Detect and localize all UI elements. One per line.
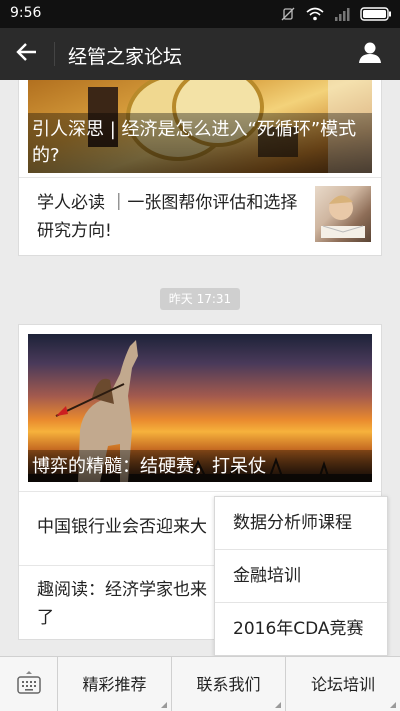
title-divider <box>54 42 55 66</box>
title-bar: 经管之家论坛 <box>0 28 400 80</box>
article-item[interactable]: 学人必读 ｜一张图帮你评估和选择研究方向! <box>19 177 381 257</box>
wifi-icon <box>306 7 324 21</box>
arrow-left-icon <box>16 42 38 66</box>
menu-button-contact[interactable]: 联系我们 <box>172 657 286 711</box>
article-card: 引人深思 | 经济是怎么进入“死循环”模式的? 学人必读 ｜一张图帮你评估和选择… <box>18 80 382 256</box>
battery-icon <box>360 7 392 21</box>
keyboard-toggle-button[interactable] <box>0 657 58 711</box>
keyboard-icon <box>16 670 42 700</box>
submenu-indicator-icon <box>275 702 281 708</box>
signal-icon <box>334 7 350 21</box>
timestamp-chip: 昨天 17:31 <box>160 288 240 310</box>
article-title: 趣阅读：经济学家也来了 <box>37 580 207 628</box>
submenu-item-data-analyst[interactable]: 数据分析师课程 <box>215 497 387 550</box>
article-title: 学人必读 ｜一张图帮你评估和选择研究方向! <box>37 193 298 241</box>
cover-caption: 引人深思 | 经济是怎么进入“死循环”模式的? <box>28 113 372 173</box>
status-bar: 9:56 <box>0 0 400 28</box>
status-icons <box>280 6 392 22</box>
cover-article[interactable]: 引人深思 | 经济是怎么进入“死循环”模式的? <box>28 80 372 173</box>
back-button[interactable] <box>0 28 54 80</box>
menu-label: 论坛培训 <box>310 675 375 694</box>
bottom-menu-bar: 精彩推荐 联系我们 论坛培训 <box>0 656 400 711</box>
submenu-indicator-icon <box>161 702 167 708</box>
submenu-item-cda[interactable]: 2016年CDA竞赛 <box>215 603 387 656</box>
status-time: 9:56 <box>10 5 42 21</box>
person-icon <box>358 40 382 68</box>
profile-button[interactable] <box>348 28 392 80</box>
submenu-indicator-icon <box>390 702 396 708</box>
page-title: 经管之家论坛 <box>68 46 183 68</box>
article-thumbnail <box>315 186 371 242</box>
cover-article[interactable]: 博弈的精髓：结硬赛，打呆仗 <box>28 334 372 482</box>
mute-icon <box>280 6 296 22</box>
menu-label: 联系我们 <box>196 675 261 694</box>
menu-button-recommend[interactable]: 精彩推荐 <box>58 657 172 711</box>
submenu-popup: 数据分析师课程 金融培训 2016年CDA竞赛 <box>214 496 388 656</box>
submenu-item-finance[interactable]: 金融培训 <box>215 550 387 603</box>
article-title: 中国银行业会否迎来大 <box>37 517 207 537</box>
cover-caption: 博弈的精髓：结硬赛，打呆仗 <box>28 450 372 482</box>
menu-label: 精彩推荐 <box>82 675 147 694</box>
menu-button-training[interactable]: 论坛培训 <box>286 657 400 711</box>
